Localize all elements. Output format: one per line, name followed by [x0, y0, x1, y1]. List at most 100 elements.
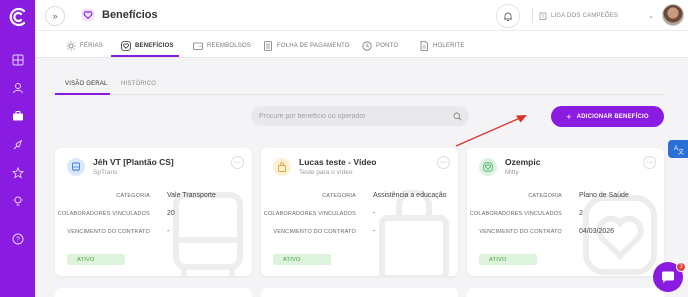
main-tabs: FÉRIAS BENEFÍCIOS REEMBOLSOS FOLHA DE PA… [35, 31, 688, 58]
tab-ferias[interactable]: FÉRIAS [66, 40, 103, 52]
app-logo-icon[interactable] [7, 6, 29, 28]
field-label: CATEGORIA [322, 193, 356, 199]
tab-ponto[interactable]: PONTO [362, 40, 398, 52]
heart-icon [479, 158, 497, 176]
tab-label: HOLERITE [433, 43, 465, 49]
divider [55, 94, 663, 95]
help-icon[interactable]: ? [9, 230, 26, 247]
lightbulb-icon[interactable] [9, 192, 26, 209]
contract-value: - [167, 228, 170, 235]
contract-row: VENCIMENTO DO CONTRATO - [55, 228, 252, 238]
benefit-card-partial[interactable] [261, 288, 458, 297]
benefit-operator: Mitty [505, 169, 519, 176]
status-badge: ATIVO [67, 254, 125, 265]
field-label: COLABORADORES VINCULADOS [263, 211, 356, 217]
user-icon[interactable] [9, 79, 26, 96]
tab-label: BENEFÍCIOS [135, 43, 174, 49]
more-options-button[interactable]: ··· [437, 156, 450, 169]
search-input[interactable] [259, 112, 453, 120]
collaborators-value: 2 [579, 210, 583, 217]
contract-value: 04/03/2026 [579, 228, 615, 235]
active-subtab-indicator [55, 93, 110, 95]
expand-sidebar-button[interactable]: » [45, 6, 65, 26]
tab-folha-de-pagamento[interactable]: FOLHA DE PAGAMENTO [263, 40, 350, 52]
bell-icon [504, 12, 512, 21]
category-value: Plano de Saúde [579, 192, 629, 199]
benefit-card[interactable]: Jéh VT [Plantão CS] SpTrans ··· CATEGORI… [55, 148, 252, 276]
collaborators-row: COLABORADORES VINCULADOS 20 [55, 210, 252, 220]
calculator-icon [264, 41, 272, 51]
heart-icon [81, 8, 95, 22]
page-title: Benefícios [102, 9, 158, 21]
benefit-operator: Teste para o vídeo [299, 169, 353, 176]
tab-holerite[interactable]: HOLERITE [419, 40, 465, 52]
bus-icon [67, 158, 85, 176]
benefit-title: Ozempic [505, 157, 541, 167]
field-label: VENCIMENTO DO CONTRATO [273, 229, 356, 235]
company-selector[interactable]: LIGA DOS CAMPEÕES ⌄ [532, 8, 654, 23]
translate-icon: A文 [674, 146, 684, 155]
collaborators-value: - [373, 210, 376, 217]
more-options-button[interactable]: ··· [231, 156, 244, 169]
field-label: COLABORADORES VINCULADOS [57, 211, 150, 217]
field-label: CATEGORIA [116, 193, 150, 199]
svg-text:?: ? [16, 236, 20, 243]
top-header: » Benefícios LIGA DOS CAMPEÕES ⌄ [35, 0, 688, 31]
briefcase-icon[interactable] [9, 107, 26, 124]
chat-notification-badge: 3 [676, 262, 686, 272]
tab-label: FÉRIAS [80, 43, 103, 49]
tab-beneficios[interactable]: BENEFÍCIOS [121, 40, 174, 52]
benefit-title: Jéh VT [Plantão CS] [93, 157, 174, 167]
bag-icon [273, 158, 291, 176]
category-value: Vale Transporte [167, 192, 216, 199]
category-row: CATEGORIA Plano de Saúde [467, 192, 664, 202]
benefit-title: Lucas teste - Vídeo [299, 157, 377, 167]
search-bar [251, 106, 469, 126]
search-icon[interactable] [453, 112, 462, 121]
contract-value: - [373, 228, 376, 235]
add-benefit-button[interactable]: + ADICIONAR BENEFÍCIO [551, 106, 664, 127]
category-row: CATEGORIA Vale Transporte [55, 192, 252, 202]
contract-row: VENCIMENTO DO CONTRATO - [261, 228, 458, 238]
clock-icon [362, 41, 372, 51]
add-benefit-label: ADICIONAR BENEFÍCIO [576, 113, 649, 120]
collaborators-row: COLABORADORES VINCULADOS 2 [467, 210, 664, 220]
chevron-down-icon: ⌄ [648, 12, 654, 20]
category-value: Assistência a educação [373, 192, 447, 199]
benefit-card-partial[interactable] [467, 288, 664, 297]
status-badge: ATIVO [479, 254, 537, 265]
subtab-visao-geral[interactable]: VISÃO GERAL [65, 81, 108, 87]
notifications-button[interactable] [496, 4, 520, 28]
sidebar: ? [0, 0, 35, 297]
rocket-icon[interactable] [9, 136, 26, 153]
grid-icon[interactable] [9, 51, 26, 68]
collaborators-row: COLABORADORES VINCULADOS - [261, 210, 458, 220]
benefit-card[interactable]: Lucas teste - Vídeo Teste para o vídeo ·… [261, 148, 458, 276]
avatar[interactable] [662, 4, 684, 26]
company-name: LIGA DOS CAMPEÕES [551, 12, 619, 19]
category-row: CATEGORIA Assistência a educação [261, 192, 458, 202]
status-badge: ATIVO [273, 254, 331, 265]
field-label: COLABORADORES VINCULADOS [469, 211, 562, 217]
subtab-historico[interactable]: HISTÓRICO [121, 81, 156, 87]
tab-label: REEMBOLSOS [207, 43, 252, 49]
benefit-card-partial[interactable] [55, 288, 252, 297]
more-options-button[interactable]: ··· [643, 156, 656, 169]
star-icon[interactable] [9, 164, 26, 181]
tab-reembolsos[interactable]: REEMBOLSOS [193, 40, 251, 52]
chat-icon [662, 271, 674, 283]
heart-icon [121, 41, 131, 51]
wallet-icon [193, 42, 203, 50]
tab-label: PONTO [376, 43, 399, 49]
sun-icon [66, 41, 76, 51]
active-tab-indicator [111, 55, 179, 57]
building-icon [539, 12, 547, 20]
plus-icon: + [566, 111, 572, 122]
translate-button[interactable]: A文 [668, 140, 688, 158]
field-label: CATEGORIA [528, 193, 562, 199]
benefit-card[interactable]: Ozempic Mitty ··· CATEGORIA Plano de Saú… [467, 148, 664, 276]
collaborators-value: 20 [167, 210, 175, 217]
field-label: VENCIMENTO DO CONTRATO [67, 229, 150, 235]
document-icon [420, 41, 428, 51]
contract-row: VENCIMENTO DO CONTRATO 04/03/2026 [467, 228, 664, 238]
